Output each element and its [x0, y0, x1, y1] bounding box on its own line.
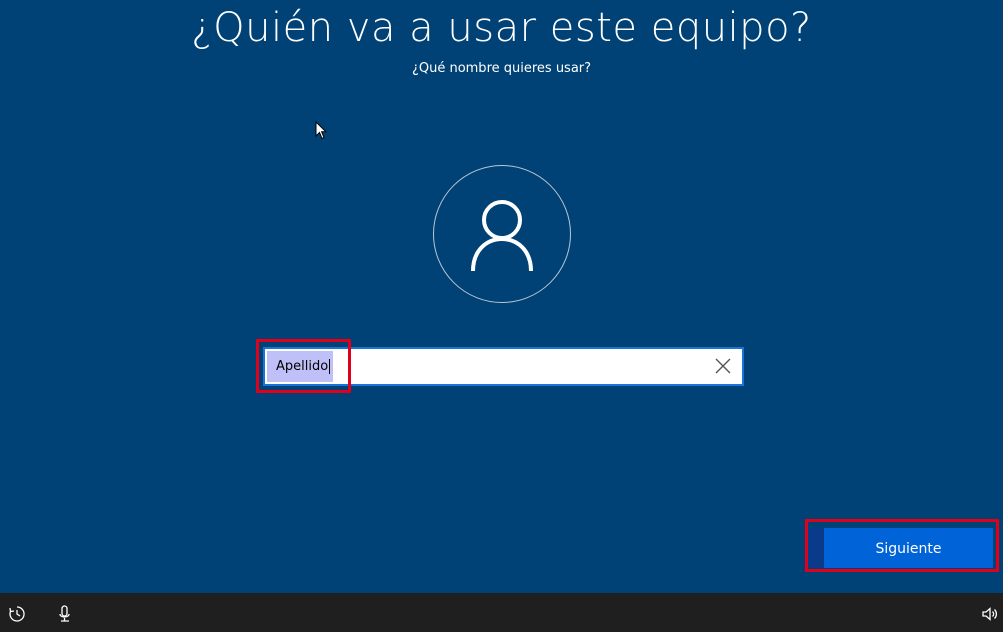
- speaker-icon[interactable]: [981, 605, 999, 623]
- oobe-screen: ¿Quién va a usar este equipo? ¿Qué nombr…: [0, 0, 1003, 632]
- user-avatar: [433, 165, 571, 303]
- page-title: ¿Quién va a usar este equipo?: [191, 5, 812, 51]
- user-icon: [471, 200, 533, 271]
- page-subtitle: ¿Qué nombre quieres usar?: [411, 61, 592, 76]
- mouse-pointer-icon: [315, 121, 327, 140]
- oobe-taskbar: [0, 593, 1003, 632]
- annotation-highlight-name: [256, 339, 351, 393]
- clear-icon[interactable]: [712, 355, 734, 377]
- microphone-icon[interactable]: [56, 605, 74, 623]
- ease-of-access-icon[interactable]: [8, 605, 26, 623]
- annotation-highlight-next: [805, 519, 999, 572]
